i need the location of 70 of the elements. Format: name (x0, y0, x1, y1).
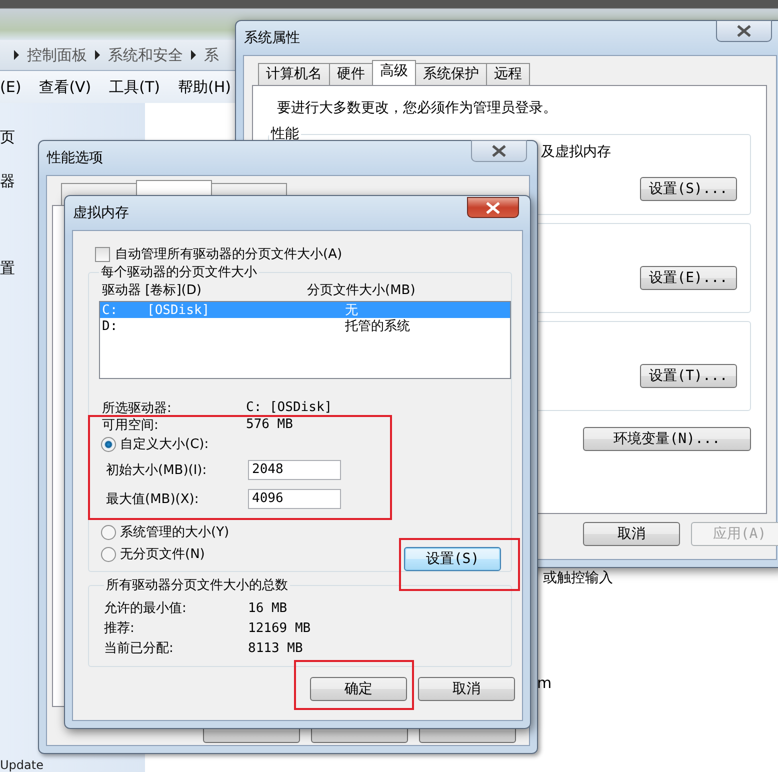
drive-letter: D: (101, 318, 119, 334)
info-value: 8113 MB (248, 640, 303, 656)
radio-label: 自定义大小(C): (120, 436, 209, 453)
field-label: 初始大小(MB)(I): (105, 462, 208, 478)
window-title: 系统属性 (244, 29, 300, 47)
tab[interactable]: 硬件 (329, 63, 373, 85)
breadcrumb-item[interactable]: 系统和安全 (108, 46, 183, 64)
info-value: 12169 MB (248, 620, 311, 636)
page-file-size: 无 (345, 302, 358, 319)
tab[interactable]: 高级 (372, 60, 416, 85)
column-header: 分页文件大小(MB) (307, 282, 416, 299)
menu-item[interactable]: 帮助(H) (178, 78, 232, 96)
close-icon (491, 145, 507, 157)
info-label: 允许的最小值: (104, 600, 188, 617)
input-field[interactable]: 2048 (248, 460, 341, 480)
button[interactable]: 取消 (583, 522, 680, 546)
button[interactable]: 设置(E)... (640, 266, 737, 290)
info-value: C: [OSDisk] (246, 400, 332, 415)
tab[interactable]: 远程 (486, 63, 530, 85)
close-icon (485, 202, 501, 214)
menu-item[interactable]: 工具(T) (109, 78, 160, 96)
radio-button[interactable] (101, 524, 116, 540)
button[interactable]: 确定 (310, 677, 407, 701)
close-button[interactable] (471, 140, 527, 162)
radio-button[interactable] (101, 546, 116, 562)
breadcrumb-item[interactable]: 控制面板 (27, 46, 87, 64)
sidebar-link[interactable]: Update (0, 759, 44, 772)
close-icon (736, 25, 752, 37)
group-label: 性能 (270, 125, 300, 143)
radio-label: 系统管理的大小(Y) (120, 524, 230, 541)
window-title: 虚拟内存 (73, 204, 129, 222)
drive-letter: C: (101, 302, 119, 318)
set-button[interactable]: 设置(S) (404, 547, 501, 571)
menu-item[interactable]: 查看(V) (39, 78, 92, 96)
checkbox-label: 自动管理所有驱动器的分页文件大小(A) (115, 246, 342, 263)
info-label: 当前已分配: (104, 640, 174, 657)
page-file-size: 托管的系统 (345, 318, 410, 335)
group-text: 及虚拟内存 (541, 143, 612, 161)
info-label: 所选驱动器: (101, 400, 172, 416)
close-button[interactable] (467, 197, 519, 218)
arrow-icon (95, 50, 100, 60)
content-text: 或触控输入 (543, 569, 613, 587)
tab[interactable]: 系统保护 (415, 63, 487, 85)
arrow-icon (191, 50, 196, 60)
info-value: 16 MB (248, 600, 288, 616)
radio-label: 无分页文件(N) (120, 546, 205, 563)
arrow-icon (14, 50, 19, 60)
button[interactable]: 设置(T)... (640, 364, 737, 388)
info-value: 576 MB (246, 417, 293, 432)
tab[interactable]: 计算机名 (258, 63, 330, 85)
menu-item[interactable]: (E) (0, 78, 22, 96)
button[interactable]: 环境变量(N)... (583, 427, 751, 451)
close-button[interactable] (716, 20, 772, 42)
column-header: 驱动器 [卷标](D) (101, 282, 202, 299)
breadcrumb-item[interactable]: 系 (204, 46, 219, 64)
group-label: 每个驱动器的分页文件大小 (100, 264, 258, 281)
input-field[interactable]: 4096 (248, 488, 341, 508)
group-label: 所有驱动器分页文件大小的总数 (105, 577, 289, 594)
volume-label: [OSDisk] (147, 302, 211, 318)
info-label: 可用空间: (101, 416, 160, 434)
content-text: m (537, 674, 552, 692)
info-label: 推荐: (104, 620, 136, 637)
list-row[interactable]: D: 托管的系统 (100, 318, 510, 334)
notice-text: 要进行大多数更改，您必须作为管理员登录。 (277, 99, 558, 117)
button[interactable]: 设置(S)... (640, 177, 737, 201)
radio-button[interactable] (101, 436, 116, 452)
window-title: 性能选项 (47, 149, 103, 167)
field-label: 最大值(MB)(X): (105, 490, 200, 508)
checkbox[interactable] (95, 246, 110, 262)
button[interactable]: 取消 (418, 677, 515, 701)
